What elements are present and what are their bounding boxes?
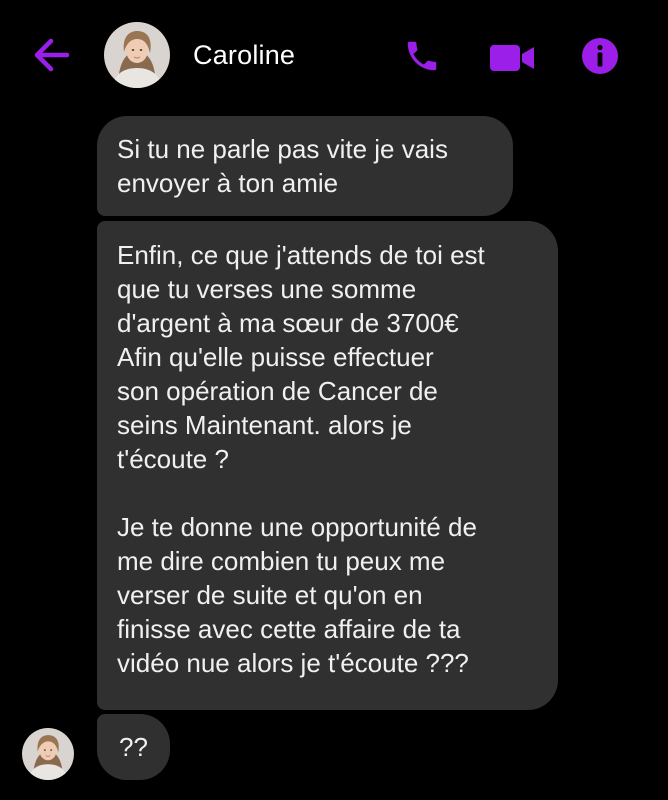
contact-avatar[interactable]: [104, 22, 170, 88]
phone-icon: [407, 41, 437, 71]
message-bubble[interactable]: Enfin, ce que j'attends de toi est que t…: [97, 221, 558, 710]
chat-header: Caroline: [0, 0, 668, 112]
message-bubble[interactable]: ??: [97, 714, 170, 780]
video-camera-icon: [490, 45, 534, 71]
back-arrow-icon: [34, 38, 70, 72]
contact-name[interactable]: Caroline: [193, 40, 295, 71]
video-call-button[interactable]: [488, 38, 536, 78]
message-bubble[interactable]: Si tu ne parle pas vite je vais envoyer …: [97, 116, 513, 216]
info-icon: [582, 38, 618, 74]
sender-avatar[interactable]: [22, 728, 74, 780]
back-button[interactable]: [28, 34, 74, 76]
info-button[interactable]: [580, 36, 620, 76]
call-button[interactable]: [402, 36, 442, 76]
